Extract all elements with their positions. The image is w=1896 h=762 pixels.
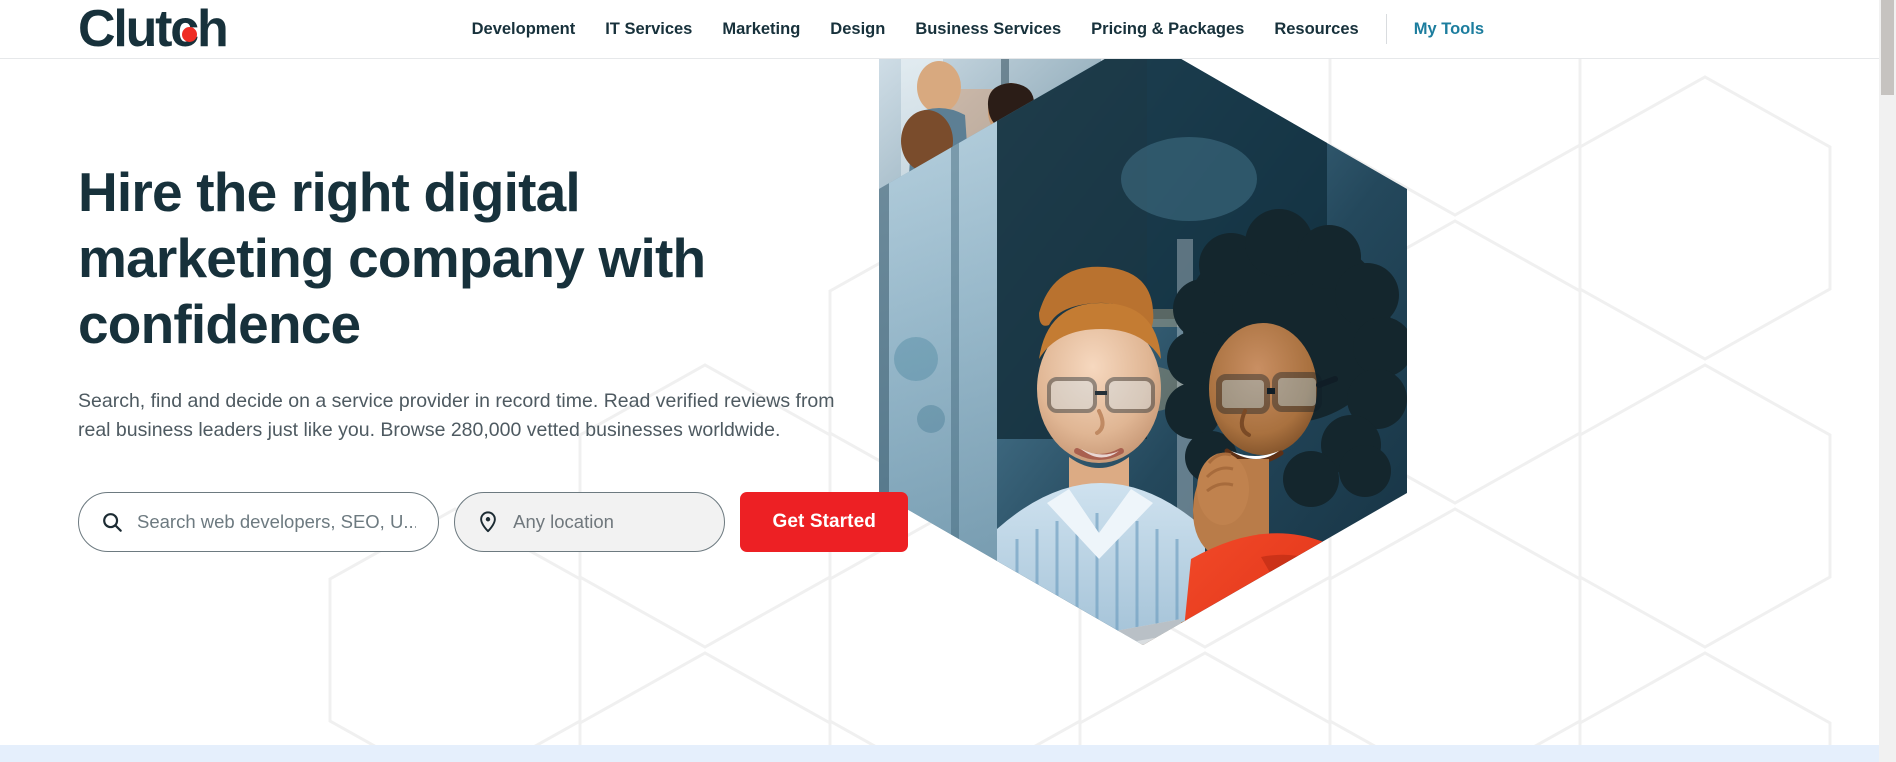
page-scrollbar[interactable] — [1879, 0, 1896, 762]
nav-item-design[interactable]: Design — [815, 0, 900, 59]
next-section-strip — [0, 745, 1879, 762]
hero-search-bar: Get Started — [78, 492, 908, 552]
logo-text: Clutch — [78, 0, 229, 58]
nav-item-development[interactable]: Development — [457, 0, 591, 59]
browser-viewport: Clutch Development IT Services Marketing… — [0, 0, 1896, 762]
scrollbar-thumb[interactable] — [1881, 0, 1894, 95]
hero-content: Hire the right digital marketing company… — [78, 159, 908, 552]
primary-navigation: Development IT Services Marketing Design… — [457, 0, 1879, 58]
site-header: Clutch Development IT Services Marketing… — [0, 0, 1879, 59]
keyword-search-field[interactable] — [78, 492, 440, 552]
map-pin-icon — [477, 511, 499, 533]
logo-wordmark: Clutch — [78, 0, 229, 58]
nav-item-resources[interactable]: Resources — [1259, 0, 1373, 59]
search-icon — [101, 511, 123, 533]
search-input[interactable] — [137, 511, 417, 533]
hero-image-main — [879, 59, 1407, 645]
hero-section: Hire the right digital marketing company… — [0, 59, 1879, 745]
hero-subheading: Search, find and decide on a service pro… — [78, 390, 835, 441]
nav-divider — [1385, 14, 1387, 44]
get-started-button[interactable]: Get Started — [740, 492, 908, 552]
hero-imagery — [879, 59, 1407, 645]
nav-item-it-services[interactable]: IT Services — [590, 0, 707, 59]
nav-item-my-tools[interactable]: My Tools — [1399, 0, 1484, 59]
location-search-field[interactable] — [454, 492, 726, 552]
hero-image-top — [879, 59, 1181, 323]
nav-item-business-services[interactable]: Business Services — [900, 0, 1076, 59]
nav-item-pricing-packages[interactable]: Pricing & Packages — [1076, 0, 1259, 59]
logo-red-dot-icon — [182, 27, 197, 42]
nav-item-marketing[interactable]: Marketing — [707, 0, 815, 59]
location-input[interactable] — [513, 511, 703, 533]
page-title: Hire the right digital marketing company… — [78, 161, 706, 355]
clutch-logo[interactable]: Clutch — [78, 0, 229, 58]
